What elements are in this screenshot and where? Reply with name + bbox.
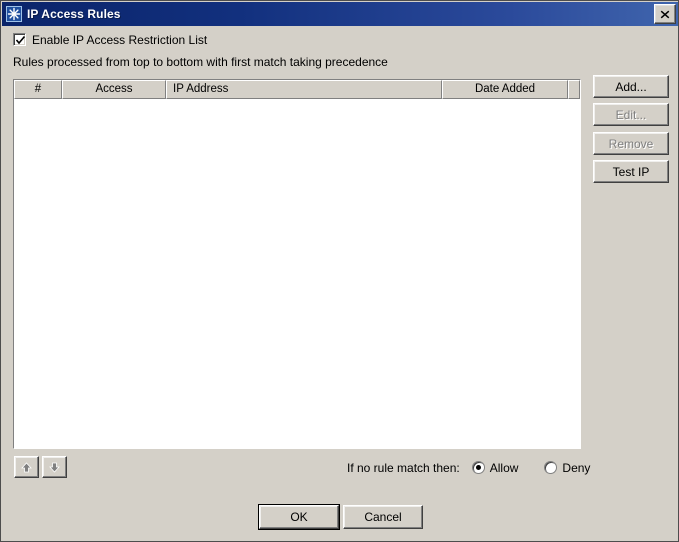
- move-down-icon: [48, 461, 61, 474]
- ok-button[interactable]: OK: [259, 505, 339, 529]
- window-title: IP Access Rules: [27, 7, 121, 21]
- cancel-button[interactable]: Cancel: [343, 505, 423, 529]
- remove-button[interactable]: Remove: [593, 132, 669, 155]
- default-rule-allow-option[interactable]: Allow: [471, 460, 519, 475]
- column-header-index[interactable]: #: [14, 80, 62, 99]
- edit-button[interactable]: Edit...: [593, 103, 669, 126]
- default-rule-row: If no rule match then: Allow Deny: [347, 460, 590, 475]
- enable-ip-access-restriction-row[interactable]: Enable IP Access Restriction List: [13, 32, 207, 47]
- title-bar[interactable]: IP Access Rules: [2, 2, 678, 26]
- move-up-button[interactable]: [14, 456, 39, 478]
- column-header-filler: [568, 80, 580, 99]
- column-header-access[interactable]: Access: [62, 80, 166, 99]
- move-up-icon: [20, 461, 33, 474]
- rules-list-body[interactable]: [14, 99, 580, 448]
- deny-radio[interactable]: [544, 461, 558, 474]
- rules-list[interactable]: # Access IP Address Date Added: [13, 79, 581, 449]
- close-icon[interactable]: [654, 4, 676, 24]
- allow-radio[interactable]: [471, 461, 485, 474]
- column-header-date-added[interactable]: Date Added: [442, 80, 568, 99]
- enable-ip-access-restriction-label: Enable IP Access Restriction List: [32, 32, 208, 47]
- add-button[interactable]: Add...: [593, 75, 669, 98]
- default-rule-deny-option[interactable]: Deny: [544, 461, 590, 475]
- test-ip-button[interactable]: Test IP: [593, 160, 669, 183]
- deny-label: Deny: [562, 460, 591, 475]
- enable-ip-access-restriction-checkbox[interactable]: [13, 33, 26, 46]
- snowflake-icon: [6, 6, 22, 22]
- allow-label: Allow: [489, 460, 519, 475]
- column-header-ip-address[interactable]: IP Address: [166, 80, 442, 99]
- rules-precedence-hint: Rules processed from top to bottom with …: [13, 55, 388, 69]
- default-rule-label: If no rule match then:: [347, 460, 460, 475]
- move-down-button[interactable]: [42, 456, 67, 478]
- ip-access-rules-dialog: IP Access Rules Enable IP Access Restric…: [0, 0, 679, 542]
- rules-list-header: # Access IP Address Date Added: [14, 80, 580, 99]
